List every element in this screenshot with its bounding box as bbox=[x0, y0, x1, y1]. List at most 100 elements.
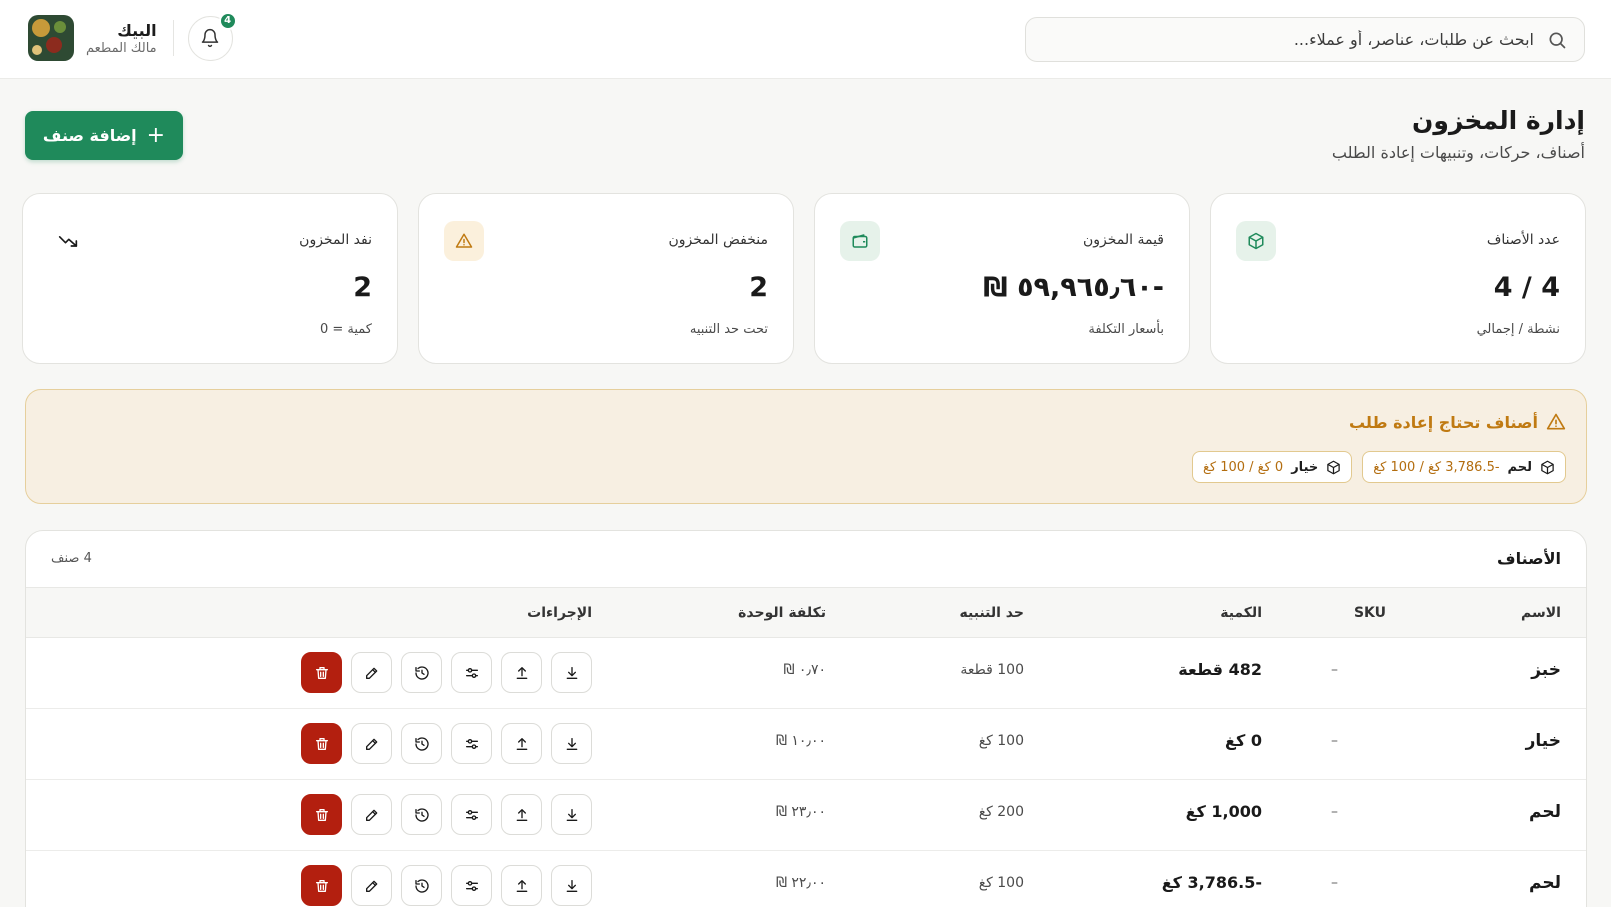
adjust-button[interactable] bbox=[451, 723, 492, 764]
reorder-chip[interactable]: لحم -3,786.5 كغ / 100 كغ bbox=[1362, 451, 1566, 483]
notifications-button[interactable]: 4 bbox=[187, 11, 237, 61]
trash-icon bbox=[314, 665, 330, 681]
stat-label: منخفض المخزون bbox=[668, 232, 769, 248]
box-icon bbox=[1236, 221, 1276, 261]
stock-in-button[interactable] bbox=[551, 723, 592, 764]
upload-icon bbox=[514, 878, 530, 894]
stock-out-button[interactable] bbox=[501, 794, 542, 835]
history-button[interactable] bbox=[401, 794, 442, 835]
pencil-icon bbox=[364, 878, 380, 894]
download-icon bbox=[564, 878, 580, 894]
reorder-chips: لحم -3,786.5 كغ / 100 كغ خيار 0 كغ / 100… bbox=[1191, 451, 1566, 483]
item-quantity: 0 كغ bbox=[1225, 731, 1262, 750]
table-row: خيار – 0 كغ 100 كغ ١٠٫٠٠ ₪ bbox=[26, 709, 1586, 780]
stats-row: عدد الأصناف 4 / 4 نشطة / إجمالي قيمة الم… bbox=[22, 193, 1586, 364]
history-button[interactable] bbox=[401, 652, 442, 693]
user-profile[interactable]: البيك مالك المطعم 4 bbox=[28, 11, 237, 61]
adjust-button[interactable] bbox=[451, 794, 492, 835]
upload-icon bbox=[514, 807, 530, 823]
search-icon bbox=[1546, 29, 1568, 51]
delete-button[interactable] bbox=[301, 794, 342, 835]
top-bar: البيك مالك المطعم 4 bbox=[0, 0, 1611, 79]
divider bbox=[172, 20, 174, 56]
history-icon bbox=[414, 807, 430, 823]
item-unit-cost: ٢٣٫٠٠ ₪ bbox=[775, 804, 826, 820]
sliders-icon bbox=[464, 807, 480, 823]
search-bar[interactable] bbox=[1025, 17, 1585, 62]
stock-out-button[interactable] bbox=[501, 652, 542, 693]
add-item-button[interactable]: + إضافة صنف bbox=[25, 111, 183, 160]
column-qty: الكمية bbox=[1220, 605, 1262, 621]
notification-badge: 4 bbox=[218, 11, 237, 30]
table-title: الأصناف bbox=[1497, 549, 1561, 568]
table-header: الأصناف 4 صنف bbox=[26, 531, 1586, 587]
item-name: خبز bbox=[1531, 660, 1561, 680]
delete-button[interactable] bbox=[301, 652, 342, 693]
stat-note: بأسعار التكلفة bbox=[1088, 322, 1164, 337]
trash-icon bbox=[314, 807, 330, 823]
delete-button[interactable] bbox=[301, 723, 342, 764]
sliders-icon bbox=[464, 665, 480, 681]
stock-in-button[interactable] bbox=[551, 865, 592, 906]
table-row: لحم – -3,786.5 كغ 100 كغ ٢٢٫٠٠ ₪ bbox=[26, 851, 1586, 907]
stat-note: كمية = 0 bbox=[319, 322, 372, 337]
upload-icon bbox=[514, 665, 530, 681]
stat-label: نفد المخزون bbox=[299, 232, 372, 248]
stat-label: قيمة المخزون bbox=[1082, 232, 1164, 248]
add-item-label: إضافة صنف bbox=[42, 126, 137, 145]
history-button[interactable] bbox=[401, 723, 442, 764]
column-sku: SKU bbox=[1353, 605, 1386, 621]
reorder-chip-qty: -3,786.5 كغ / 100 كغ bbox=[1373, 459, 1500, 475]
reorder-chip-qty: 0 كغ / 100 كغ bbox=[1202, 459, 1284, 475]
plus-icon: + bbox=[146, 122, 166, 148]
item-sku: – bbox=[1331, 875, 1338, 891]
row-actions bbox=[301, 794, 592, 835]
pencil-icon bbox=[364, 736, 380, 752]
edit-button[interactable] bbox=[351, 794, 392, 835]
items-table: الأصناف 4 صنف الاسم SKU الكمية حد التنبي… bbox=[25, 530, 1587, 907]
reorder-alert-title: أصناف تحتاج إعادة طلب bbox=[1349, 412, 1566, 432]
user-name: البيك bbox=[117, 20, 157, 40]
box-icon bbox=[1327, 460, 1340, 474]
stat-value: 2 bbox=[353, 272, 372, 303]
avatar[interactable] bbox=[28, 15, 74, 61]
item-unit-cost: ٠٫٧٠ ₪ bbox=[783, 662, 826, 678]
column-unit-cost: تكلفة الوحدة bbox=[738, 605, 826, 621]
stock-out-button[interactable] bbox=[501, 865, 542, 906]
adjust-button[interactable] bbox=[451, 652, 492, 693]
trash-icon bbox=[314, 878, 330, 894]
item-sku: – bbox=[1331, 662, 1338, 678]
pencil-icon bbox=[364, 807, 380, 823]
trend-down-icon bbox=[48, 221, 88, 261]
warning-icon bbox=[1546, 413, 1566, 430]
download-icon bbox=[564, 736, 580, 752]
reorder-chip[interactable]: خيار 0 كغ / 100 كغ bbox=[1191, 451, 1353, 483]
item-quantity: 1,000 كغ bbox=[1185, 802, 1262, 821]
trash-icon bbox=[314, 736, 330, 752]
box-icon bbox=[1541, 460, 1554, 474]
adjust-button[interactable] bbox=[451, 865, 492, 906]
history-button[interactable] bbox=[401, 865, 442, 906]
item-name: لحم bbox=[1529, 873, 1561, 893]
item-quantity: 482 قطعة bbox=[1178, 660, 1262, 679]
search-input[interactable] bbox=[1026, 30, 1534, 49]
item-threshold: 200 كغ bbox=[978, 804, 1024, 820]
history-icon bbox=[414, 665, 430, 681]
wallet-icon bbox=[840, 221, 880, 261]
edit-button[interactable] bbox=[351, 652, 392, 693]
stock-in-button[interactable] bbox=[551, 794, 592, 835]
history-icon bbox=[414, 736, 430, 752]
table-count: 4 صنف bbox=[51, 551, 92, 566]
stock-out-button[interactable] bbox=[501, 723, 542, 764]
user-role: مالك المطعم bbox=[86, 40, 157, 56]
reorder-chip-name: خيار bbox=[1291, 459, 1319, 475]
edit-button[interactable] bbox=[351, 723, 392, 764]
column-threshold: حد التنبيه bbox=[959, 605, 1024, 621]
reorder-alert: أصناف تحتاج إعادة طلب لحم -3,786.5 كغ / … bbox=[25, 389, 1587, 504]
stock-in-button[interactable] bbox=[551, 652, 592, 693]
edit-button[interactable] bbox=[351, 865, 392, 906]
item-sku: – bbox=[1331, 733, 1338, 749]
delete-button[interactable] bbox=[301, 865, 342, 906]
column-actions: الإجراءات bbox=[527, 605, 592, 621]
stat-card-out-of-stock: نفد المخزون 2 كمية = 0 bbox=[22, 193, 398, 364]
